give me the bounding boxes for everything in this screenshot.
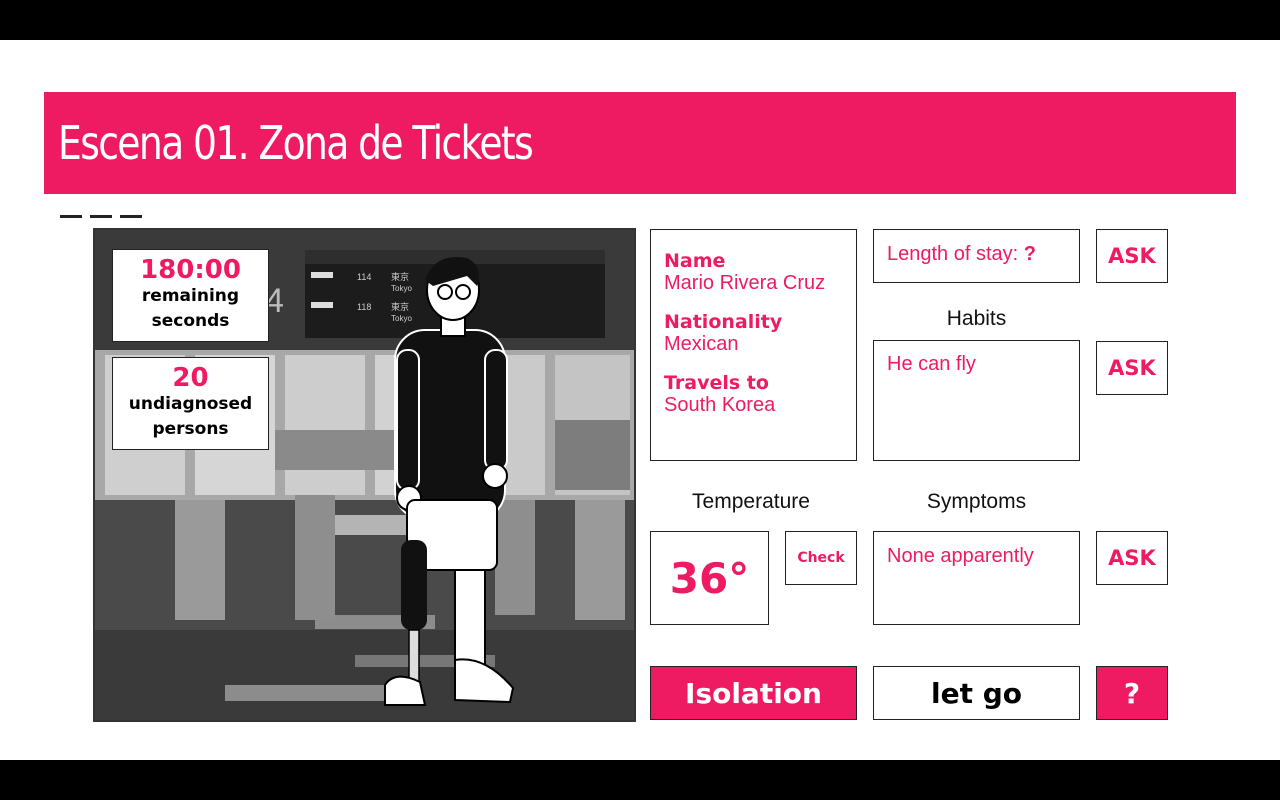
persons-value: 20 bbox=[172, 363, 209, 393]
name-label: Name bbox=[664, 250, 726, 272]
isolation-button[interactable]: Isolation bbox=[650, 666, 857, 720]
time-value: 180:00 bbox=[140, 255, 241, 285]
board-dest-1-en: Tokyo bbox=[391, 284, 412, 293]
persons-label-1: undiagnosed bbox=[128, 394, 253, 414]
slide: Escena 01. Zona de Tickets 114 118 東京 To… bbox=[0, 40, 1280, 760]
symptoms-value: None apparently bbox=[887, 545, 1034, 567]
symptoms-field: None apparently bbox=[873, 531, 1080, 625]
name-value: Mario Rivera Cruz bbox=[664, 272, 826, 294]
time-label-1: remaining bbox=[141, 286, 240, 306]
board-flight-2: 118 bbox=[357, 302, 371, 312]
ask-stay-button[interactable]: ASK bbox=[1096, 229, 1168, 283]
length-of-stay-value: ? bbox=[1023, 243, 1036, 265]
length-of-stay-label: Length of stay: bbox=[887, 243, 1024, 265]
habits-value: He can fly bbox=[887, 353, 976, 375]
ask-symptoms-button[interactable]: ASK bbox=[1096, 531, 1168, 585]
let-go-button[interactable]: let go bbox=[873, 666, 1080, 720]
time-label-2: seconds bbox=[151, 311, 230, 331]
temperature-heading: Temperature bbox=[692, 490, 810, 513]
board-flight-1: 114 bbox=[357, 272, 371, 282]
check-temperature-button[interactable]: Check bbox=[785, 531, 857, 585]
board-dest-2: 東京 bbox=[391, 301, 409, 313]
decorative-dashes bbox=[60, 215, 144, 219]
board-dest-2-en: Tokyo bbox=[391, 314, 412, 323]
time-counter: 180:00 remaining seconds bbox=[112, 249, 269, 342]
ask-habits-button[interactable]: ASK bbox=[1096, 341, 1168, 395]
temperature-display: 36° bbox=[650, 531, 769, 625]
help-button[interactable]: ? bbox=[1096, 666, 1168, 720]
nationality-label: Nationality bbox=[664, 311, 783, 333]
travels-label: Travels to bbox=[664, 372, 769, 394]
travels-value: South Korea bbox=[664, 394, 776, 416]
board-dest-1: 東京 bbox=[391, 271, 409, 283]
length-of-stay-field: Length of stay: ? bbox=[873, 229, 1080, 283]
page-title: Escena 01. Zona de Tickets bbox=[58, 116, 534, 170]
symptoms-heading: Symptoms bbox=[926, 490, 1027, 513]
persons-counter: 20 undiagnosed persons bbox=[112, 357, 269, 450]
temperature-value: 36° bbox=[669, 553, 750, 603]
habits-heading: Habits bbox=[946, 307, 1007, 330]
habits-field: He can fly bbox=[873, 340, 1080, 461]
passenger-info-card: Name Mario Rivera Cruz Nationality Mexic… bbox=[650, 229, 857, 461]
nationality-value: Mexican bbox=[664, 333, 739, 355]
title-banner: Escena 01. Zona de Tickets bbox=[44, 92, 1236, 194]
persons-label-2: persons bbox=[152, 419, 229, 439]
